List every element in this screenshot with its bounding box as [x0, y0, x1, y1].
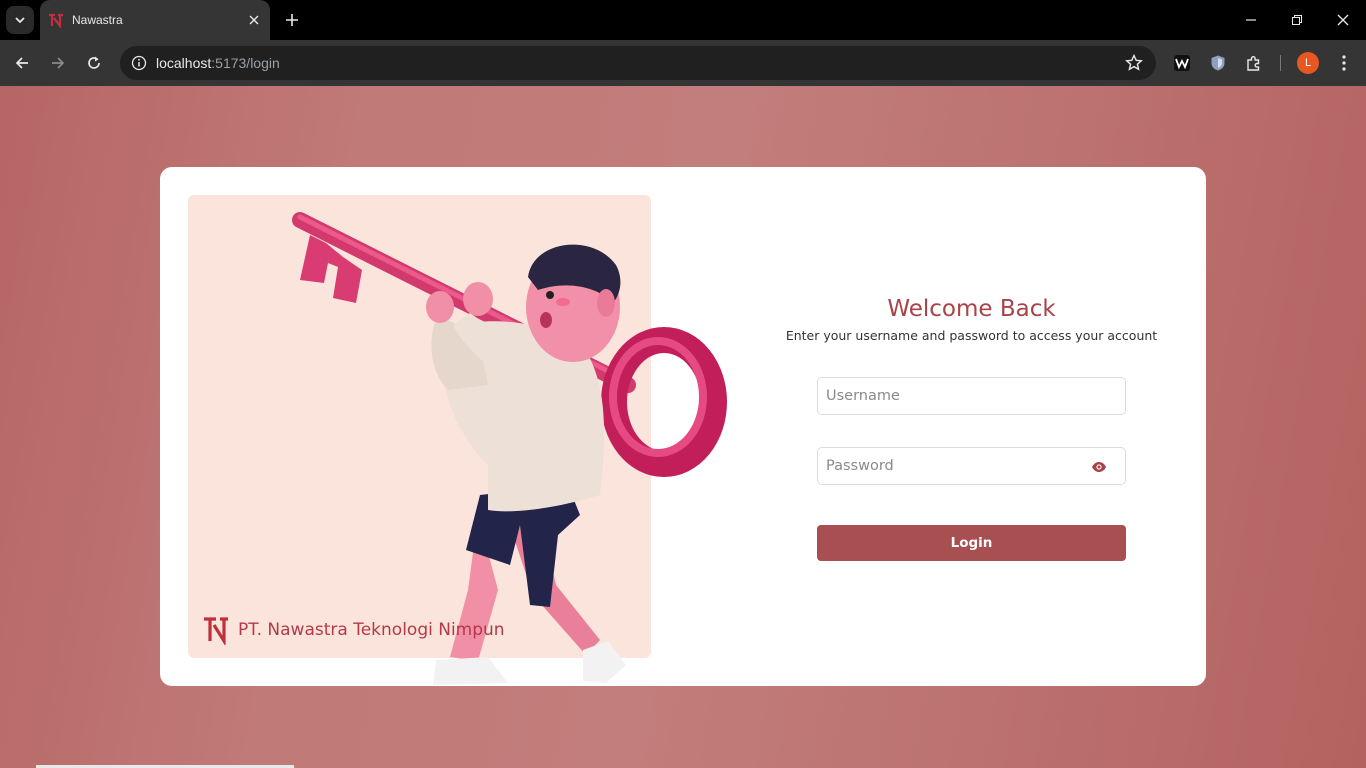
minimize-button[interactable]: [1228, 0, 1274, 40]
address-bar[interactable]: localhost:5173/login: [120, 46, 1156, 80]
eye-icon[interactable]: [1091, 459, 1107, 475]
chevron-down-icon: [15, 17, 25, 24]
login-subtitle: Enter your username and password to acce…: [785, 328, 1158, 343]
tab-title: Nawastra: [72, 13, 123, 27]
browser-menu-button[interactable]: [1334, 52, 1354, 74]
reload-button[interactable]: [80, 49, 108, 77]
arrow-right-icon: [52, 57, 65, 69]
company-name: PT. Nawastra Teknologi Nimpun: [238, 620, 505, 640]
browser-toolbar: localhost:5173/login: [0, 40, 1366, 86]
close-window-button[interactable]: [1320, 0, 1366, 40]
arrow-left-icon: [15, 57, 28, 69]
browser-tab[interactable]: Nawastra: [40, 0, 270, 40]
password-field: [817, 447, 1126, 485]
extensions-puzzle-icon[interactable]: [1243, 52, 1265, 74]
login-page: PT. Nawastra Teknologi Nimpun Welcome Ba…: [0, 86, 1366, 768]
plus-icon: [286, 14, 298, 26]
illustration-panel: PT. Nawastra Teknologi Nimpun: [188, 195, 727, 685]
url-text: localhost:5173/login: [156, 55, 280, 71]
close-tab-icon[interactable]: [244, 10, 264, 30]
url-host: localhost: [156, 55, 212, 71]
bookmark-star-icon[interactable]: [1124, 53, 1144, 73]
login-button[interactable]: Login: [817, 525, 1126, 561]
username-field: [817, 377, 1126, 415]
wappalyzer-extension-icon[interactable]: [1171, 52, 1193, 74]
profile-avatar[interactable]: L: [1297, 52, 1319, 74]
username-input[interactable]: [818, 378, 1125, 414]
site-info-icon[interactable]: [122, 55, 156, 71]
back-button[interactable]: [8, 49, 36, 77]
minimize-icon: [1246, 19, 1256, 21]
new-tab-button[interactable]: [280, 8, 304, 32]
login-card: PT. Nawastra Teknologi Nimpun Welcome Ba…: [160, 167, 1206, 686]
close-icon: [1337, 14, 1349, 26]
url-path: :5173/login: [211, 55, 280, 71]
password-input[interactable]: [818, 448, 1125, 484]
forward-button[interactable]: [44, 49, 72, 77]
login-title: Welcome Back: [887, 296, 1056, 322]
company-branding: PT. Nawastra Teknologi Nimpun: [202, 615, 505, 645]
restore-button[interactable]: [1274, 0, 1320, 40]
toolbar-divider: [1280, 55, 1281, 71]
reload-icon: [88, 56, 100, 69]
tab-strip: Nawastra: [0, 0, 1366, 40]
restore-icon: [1292, 15, 1302, 25]
kebab-menu-icon: [1342, 55, 1346, 71]
nawastra-favicon-icon: [48, 12, 64, 28]
tab-search-button[interactable]: [6, 6, 34, 34]
shield-extension-icon[interactable]: [1207, 52, 1229, 74]
nawastra-logo-icon: [204, 617, 228, 645]
